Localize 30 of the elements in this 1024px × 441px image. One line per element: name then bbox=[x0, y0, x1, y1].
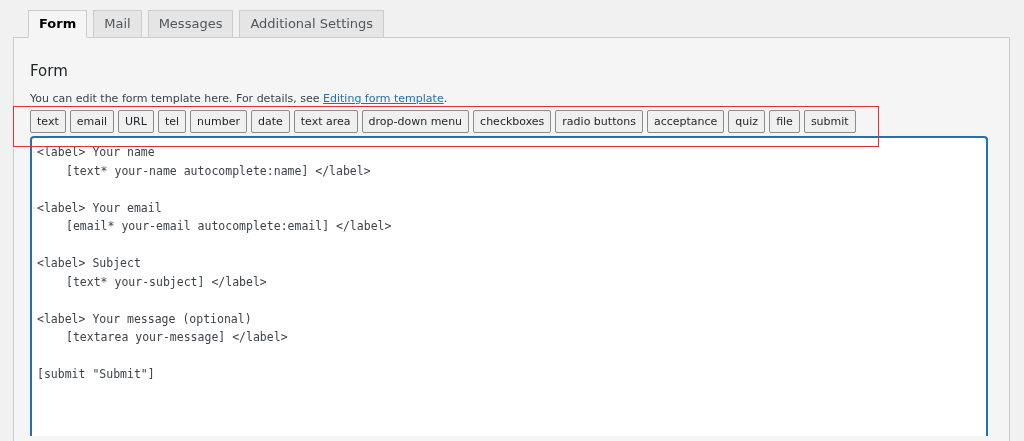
code-line: <label> Your message (optional) bbox=[37, 310, 253, 328]
tag-button[interactable]: date bbox=[250, 110, 290, 133]
tag-button[interactable]: quiz bbox=[728, 110, 766, 133]
tag-button[interactable]: drop-down menu bbox=[361, 110, 470, 133]
tag-button[interactable]: tel bbox=[157, 110, 187, 133]
tab[interactable]: Mail bbox=[93, 10, 142, 38]
tag-button[interactable]: file bbox=[769, 110, 800, 133]
code-line: [text* your-subject] </label> bbox=[65, 273, 268, 291]
tag-button[interactable]: URL bbox=[118, 110, 154, 133]
tag-button[interactable]: submit bbox=[803, 110, 856, 133]
section-title: Form bbox=[30, 62, 69, 80]
tag-button[interactable]: radio buttons bbox=[555, 110, 643, 133]
tag-button[interactable]: acceptance bbox=[646, 110, 725, 133]
code-line: <label> Your email bbox=[37, 199, 163, 217]
description-text: You can edit the form template here. For details, see Editing form template. bbox=[30, 92, 449, 105]
tab[interactable]: Additional Settings bbox=[239, 10, 385, 38]
code-line: <label> Subject bbox=[37, 255, 142, 272]
code-line: [submit "Submit"] bbox=[37, 366, 156, 383]
tab[interactable]: Messages bbox=[147, 10, 234, 38]
code-line: [email* your-email autocomplete:email] </label> bbox=[65, 218, 393, 235]
code-line: [text* your-name autocomplete:name] </label> bbox=[65, 162, 372, 180]
tab[interactable]: Form bbox=[28, 10, 88, 38]
tag-button[interactable]: text bbox=[30, 110, 66, 133]
tag-button[interactable]: checkboxes bbox=[473, 110, 552, 133]
template-editor[interactable] bbox=[30, 136, 988, 436]
code-line: [textarea your-message] </label> bbox=[65, 329, 289, 346]
tag-button[interactable]: text area bbox=[293, 110, 358, 133]
help-link[interactable]: Editing form template bbox=[323, 92, 444, 105]
tag-button[interactable]: email bbox=[69, 110, 115, 133]
tag-button[interactable]: number bbox=[190, 110, 247, 133]
